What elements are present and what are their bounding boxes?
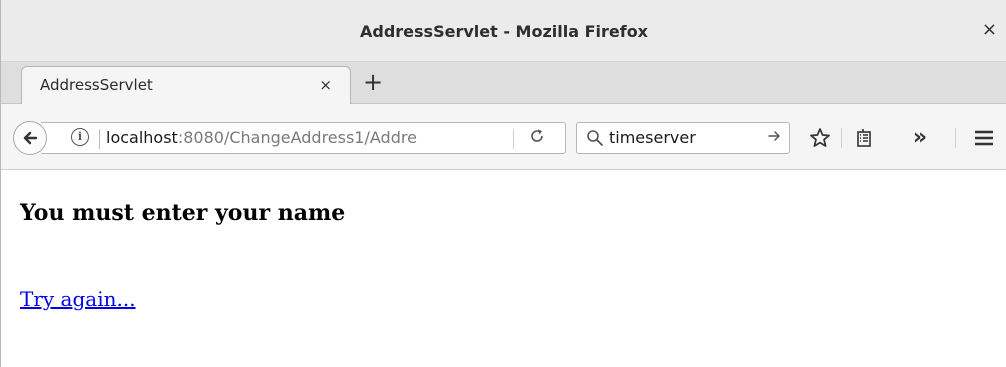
search-icon [585, 128, 607, 148]
search-input[interactable]: timeserver [609, 128, 696, 148]
hamburger-menu-icon[interactable] [971, 124, 997, 152]
url-divider [99, 129, 100, 149]
reader-list-icon[interactable] [851, 124, 877, 152]
page-heading: You must enter your name [20, 200, 346, 226]
url-bar[interactable]: i localhost:8080/ChangeAddress1/Addre [41, 122, 566, 154]
overflow-chevron-icon[interactable]: » [907, 124, 933, 152]
url-host: localhost [106, 128, 178, 147]
toolbar-divider [841, 128, 842, 148]
page-content: You must enter your name Try again... [1, 170, 1006, 367]
url-divider-2 [513, 129, 514, 149]
toolbar-divider-2 [955, 128, 956, 148]
title-bar: AddressServlet - Mozilla Firefox × [1, 0, 1006, 62]
info-icon[interactable]: i [71, 128, 89, 146]
try-again-link[interactable]: Try again... [20, 287, 136, 311]
tab-addressservlet[interactable]: AddressServlet × [21, 66, 351, 104]
url-path: :8080/ChangeAddress1/Addre [177, 128, 417, 147]
url-text[interactable]: localhost:8080/ChangeAddress1/Addre [106, 128, 496, 148]
tab-label: AddressServlet [40, 76, 153, 94]
navigation-toolbar: i localhost:8080/ChangeAddress1/Addre ti… [1, 104, 1006, 170]
window-close-button[interactable]: × [982, 20, 997, 40]
back-arrow-icon [23, 131, 38, 145]
back-button[interactable] [13, 121, 47, 155]
new-tab-button[interactable]: + [363, 70, 383, 94]
search-bar[interactable]: timeserver [576, 122, 790, 154]
search-go-arrow-icon[interactable] [767, 128, 781, 148]
browser-window: AddressServlet - Mozilla Firefox × Addre… [0, 0, 1006, 367]
reload-icon[interactable] [529, 128, 545, 149]
bookmark-star-icon[interactable] [807, 124, 833, 152]
tab-strip: AddressServlet × + [1, 62, 1006, 104]
tab-close-button[interactable]: × [319, 76, 332, 94]
window-title: AddressServlet - Mozilla Firefox [359, 22, 648, 41]
